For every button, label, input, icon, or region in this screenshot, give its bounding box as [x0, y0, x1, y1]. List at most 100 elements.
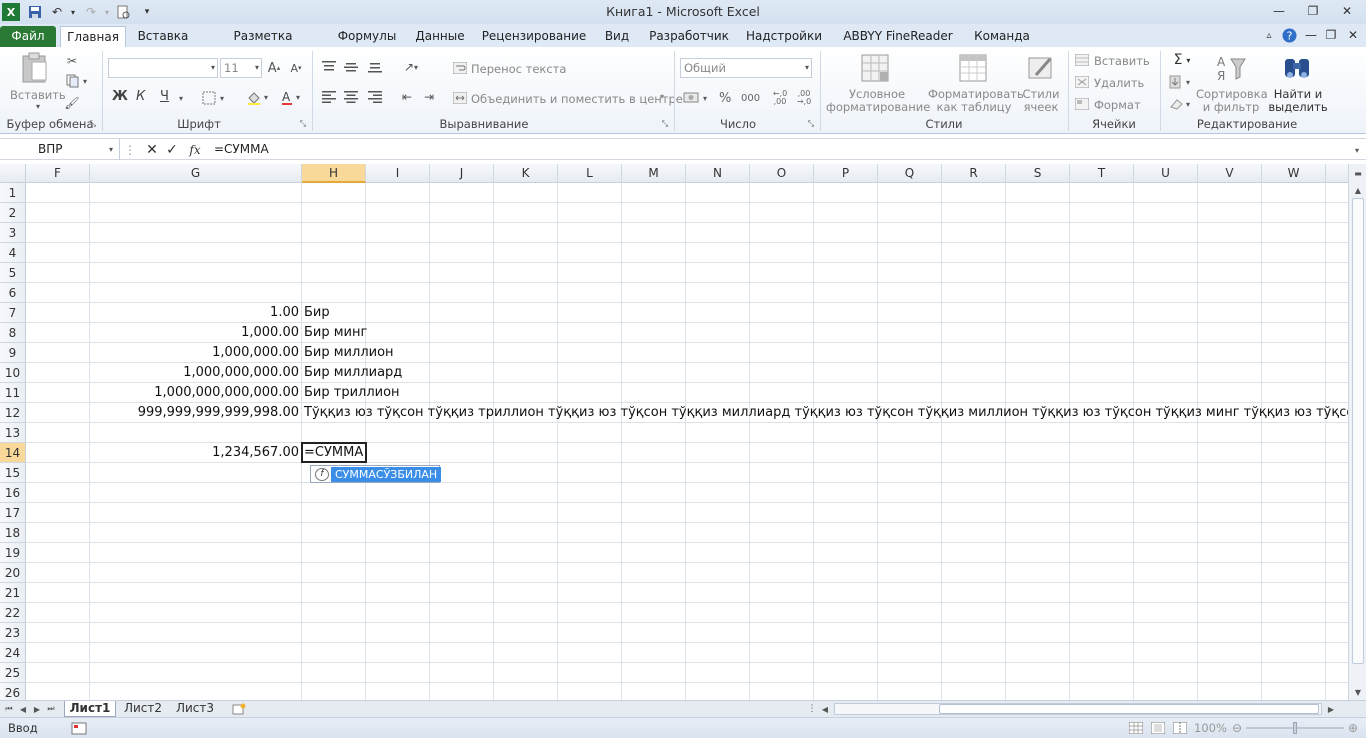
- row-header-2[interactable]: 2: [0, 203, 26, 223]
- cell-h10[interactable]: Бир миллиард: [304, 363, 402, 383]
- underline-dropdown-icon[interactable]: ▾: [176, 93, 186, 103]
- fill-color-icon[interactable]: ▾: [244, 89, 274, 107]
- close-icon[interactable]: ✕: [1334, 2, 1360, 20]
- conditional-formatting-label[interactable]: Условное форматирование: [826, 88, 930, 114]
- column-header-n[interactable]: N: [686, 164, 750, 183]
- tab-team[interactable]: Команда: [972, 26, 1032, 47]
- page-layout-view-icon[interactable]: [1150, 721, 1166, 735]
- copy-icon[interactable]: ▾: [64, 73, 90, 89]
- font-size-combo[interactable]: 11 ▾: [220, 58, 262, 78]
- column-header-j[interactable]: J: [430, 164, 494, 183]
- cell-g8[interactable]: 1,000.00: [26, 323, 299, 343]
- last-sheet-icon[interactable]: ⏭: [46, 702, 56, 716]
- format-cells-icon[interactable]: [1074, 97, 1090, 111]
- cell-styles-icon[interactable]: [1024, 51, 1058, 85]
- font-color-icon[interactable]: A ▾: [280, 89, 306, 107]
- grow-font-icon[interactable]: A ▴: [266, 59, 282, 77]
- borders-icon[interactable]: ▾: [200, 89, 230, 107]
- tab-home[interactable]: Главная: [60, 26, 126, 47]
- formula-bar-grip-icon[interactable]: ⋮: [122, 141, 138, 159]
- row-header-1[interactable]: 1: [0, 183, 26, 203]
- formula-input[interactable]: =СУММА: [214, 139, 1344, 160]
- expand-formula-bar-icon[interactable]: ▾: [1350, 141, 1364, 159]
- cell-h8[interactable]: Бир минг: [304, 323, 367, 343]
- find-select-icon[interactable]: [1280, 51, 1314, 85]
- zoom-level[interactable]: 100%: [1194, 721, 1227, 735]
- row-header-22[interactable]: 22: [0, 603, 26, 623]
- tab-review[interactable]: Рецензирование: [480, 26, 588, 47]
- column-header-u[interactable]: U: [1134, 164, 1198, 183]
- row-header-9[interactable]: 9: [0, 343, 26, 363]
- align-top-icon[interactable]: [320, 59, 338, 75]
- column-header-p[interactable]: P: [814, 164, 878, 183]
- row-header-13[interactable]: 13: [0, 423, 26, 443]
- scroll-up-icon[interactable]: ▲: [1351, 184, 1365, 196]
- sort-filter-label[interactable]: Сортировка и фильтр: [1196, 88, 1268, 114]
- increase-indent-icon[interactable]: ⇥: [420, 89, 438, 105]
- column-header-v[interactable]: V: [1198, 164, 1262, 183]
- zoom-out-icon[interactable]: ⊖: [1230, 721, 1244, 735]
- cell-h9[interactable]: Бир миллион: [304, 343, 394, 363]
- prev-sheet-icon[interactable]: ◀: [18, 702, 28, 716]
- normal-view-icon[interactable]: [1128, 721, 1144, 735]
- restore-icon[interactable]: ❐: [1300, 2, 1326, 20]
- horizontal-scroll-thumb[interactable]: [939, 704, 1319, 714]
- number-format-combo[interactable]: Общий ▾: [680, 58, 812, 78]
- merge-dropdown-icon[interactable]: ▾: [660, 92, 664, 101]
- function-autocomplete[interactable]: f СУММАСЎЗБИЛАН: [310, 465, 442, 483]
- column-header-s[interactable]: S: [1006, 164, 1070, 183]
- column-header-r[interactable]: R: [942, 164, 1006, 183]
- cut-icon[interactable]: ✂: [64, 53, 80, 69]
- fill-icon[interactable]: ▾: [1168, 75, 1196, 89]
- tab-page-layout[interactable]: Разметка страницы: [204, 26, 322, 64]
- orientation-icon[interactable]: ↗ ▾: [398, 59, 424, 75]
- cell-h7[interactable]: Бир: [304, 303, 330, 323]
- select-all-corner[interactable]: [0, 164, 26, 183]
- cancel-entry-icon[interactable]: ✕: [144, 141, 160, 159]
- wrap-text-icon[interactable]: [452, 61, 468, 75]
- cell-h14[interactable]: =СУММА: [304, 443, 363, 463]
- row-header-24[interactable]: 24: [0, 643, 26, 663]
- row-header-17[interactable]: 17: [0, 503, 26, 523]
- page-break-view-icon[interactable]: [1172, 721, 1188, 735]
- decrease-indent-icon[interactable]: ⇤: [398, 89, 416, 105]
- worksheet-grid[interactable]: 1 2 3 4 5 6 7 8 9 10 11 12 13 14 15 16 17 18 19 20 21 22 23 24 2…: [0, 183, 1348, 700]
- scroll-right-icon[interactable]: ▶: [1326, 702, 1336, 716]
- row-header-11[interactable]: 11: [0, 383, 26, 403]
- align-bottom-icon[interactable]: [366, 59, 384, 75]
- scroll-left-icon[interactable]: ◀: [820, 702, 830, 716]
- row-header-15[interactable]: 15: [0, 463, 26, 483]
- vertical-scrollbar[interactable]: ▬ ▲ ▼: [1348, 164, 1366, 700]
- column-header-m[interactable]: M: [622, 164, 686, 183]
- column-header-l[interactable]: L: [558, 164, 622, 183]
- autocomplete-suggestion[interactable]: СУММАСЎЗБИЛАН: [331, 467, 442, 482]
- thousands-button[interactable]: 000: [741, 93, 760, 104]
- insert-cells-label[interactable]: Вставить: [1094, 54, 1150, 68]
- delete-cells-label[interactable]: Удалить: [1094, 76, 1144, 90]
- merge-center-label[interactable]: Объединить и поместить в центре: [471, 92, 683, 106]
- cell-styles-label[interactable]: Стили ячеек: [1020, 88, 1062, 114]
- conditional-formatting-icon[interactable]: [858, 51, 892, 85]
- align-left-icon[interactable]: [320, 89, 338, 105]
- accounting-format-icon[interactable]: ▾: [682, 89, 712, 107]
- delete-cells-icon[interactable]: [1074, 75, 1090, 89]
- tab-data[interactable]: Данные: [410, 26, 470, 47]
- align-right-icon[interactable]: [366, 89, 384, 105]
- macro-record-icon[interactable]: [70, 720, 88, 736]
- shrink-font-icon[interactable]: A ▾: [288, 59, 304, 77]
- wrap-text-label[interactable]: Перенос текста: [471, 62, 566, 76]
- decrease-decimal-icon[interactable]: ,00 →,0: [794, 89, 814, 107]
- autosum-icon[interactable]: Σ ▾: [1168, 52, 1196, 68]
- insert-sheet-icon[interactable]: [230, 702, 248, 716]
- find-select-label[interactable]: Найти и выделить: [1268, 88, 1328, 114]
- row-header-21[interactable]: 21: [0, 583, 26, 603]
- column-header-w[interactable]: W: [1262, 164, 1326, 183]
- cell-g12[interactable]: 999,999,999,999,998.00: [26, 403, 299, 423]
- merge-center-icon[interactable]: [452, 91, 468, 105]
- tab-file[interactable]: Файл: [0, 26, 56, 47]
- zoom-in-icon[interactable]: ⊕: [1346, 721, 1360, 735]
- column-header-g[interactable]: G: [90, 164, 302, 183]
- row-header-16[interactable]: 16: [0, 483, 26, 503]
- name-box-dropdown-icon[interactable]: ▾: [104, 142, 118, 156]
- paste-icon[interactable]: [18, 51, 52, 85]
